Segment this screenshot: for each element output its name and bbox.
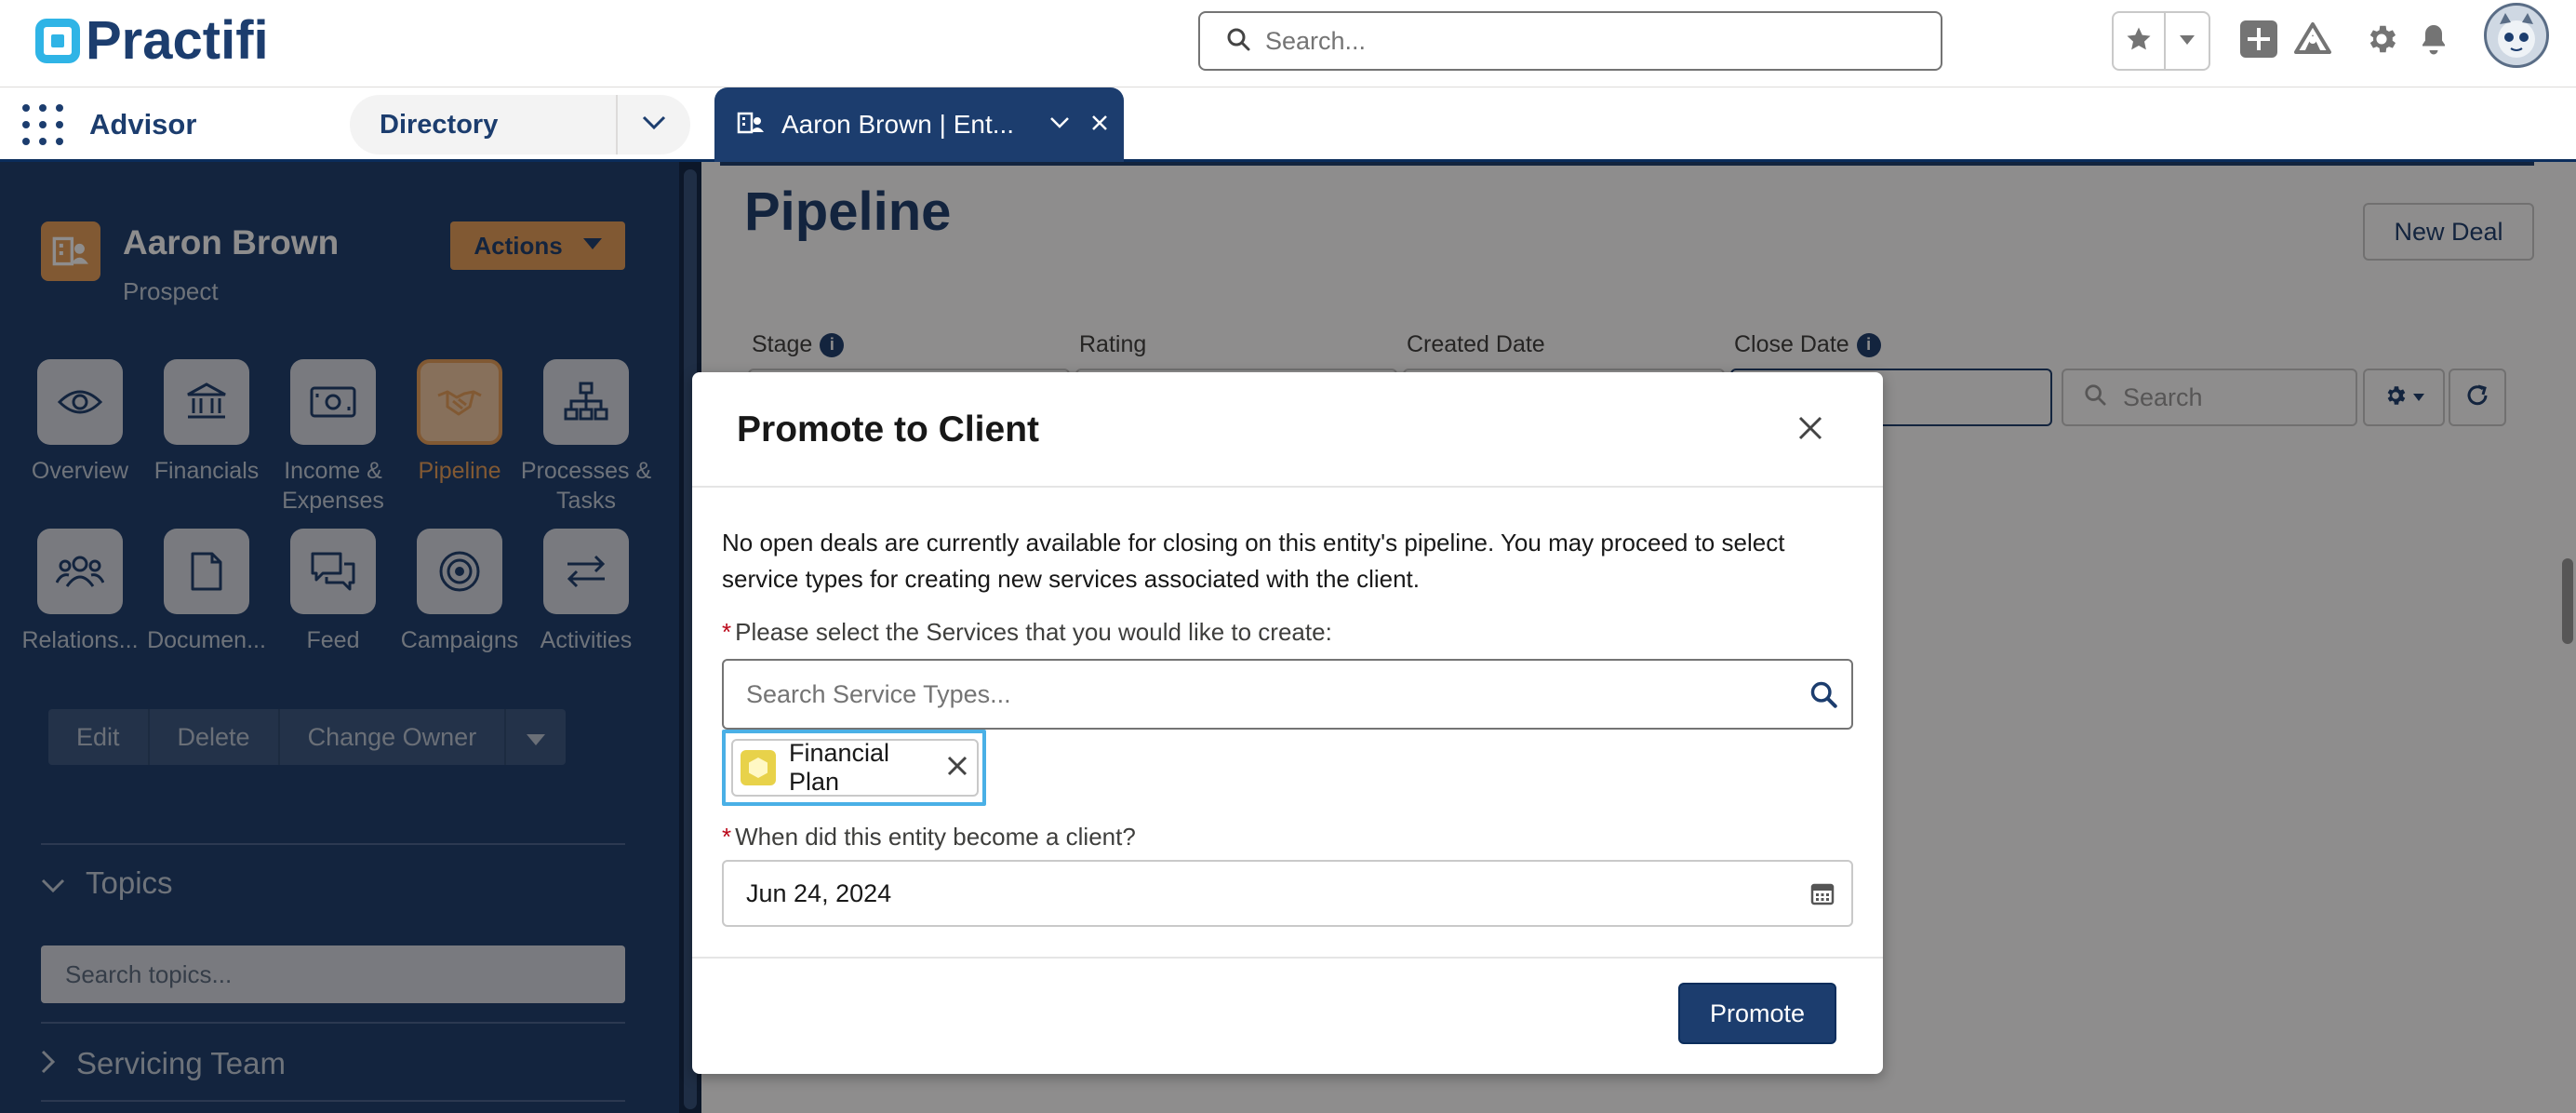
close-icon — [1797, 415, 1823, 446]
global-search-input[interactable]: Search... — [1198, 11, 1942, 71]
close-icon — [1090, 114, 1109, 136]
app-launcher-button[interactable] — [22, 104, 63, 145]
modal-footer: Promote — [692, 957, 1883, 1074]
favorites-button[interactable] — [2114, 13, 2166, 69]
practifi-logo[interactable]: Practifi — [35, 13, 269, 69]
favorites-group — [2112, 11, 2210, 71]
search-icon — [1226, 27, 1250, 56]
global-search-placeholder: Search... — [1265, 26, 1367, 55]
close-icon — [947, 756, 968, 781]
modal-close-button[interactable] — [1792, 411, 1829, 449]
trailhead-button[interactable] — [2290, 19, 2335, 63]
directory-label: Directory — [380, 109, 499, 140]
chevron-down-icon — [2180, 33, 2195, 49]
app-nav-bar: Advisor Directory Aaron Brown | Ent... — [0, 87, 2576, 162]
search-icon[interactable] — [1795, 680, 1851, 708]
service-types-search-input[interactable]: Search Service Types... — [722, 659, 1853, 730]
favorites-menu-button[interactable] — [2166, 13, 2209, 69]
add-icon — [2240, 20, 2277, 62]
promote-to-client-modal: Promote to Client No open deals are curr… — [692, 372, 1883, 1074]
gear-icon — [2364, 21, 2399, 61]
calendar-icon[interactable] — [1794, 881, 1851, 905]
global-actions-button[interactable] — [2236, 19, 2281, 63]
selected-service-focus-ring: Financial Plan — [722, 730, 986, 806]
directory-menu-button[interactable] — [616, 95, 690, 154]
logo-mark-icon — [35, 19, 80, 63]
service-types-placeholder: Search Service Types... — [746, 679, 1011, 708]
client-date-input[interactable]: Jun 24, 2024 — [722, 860, 1853, 927]
service-type-icon — [741, 750, 776, 785]
setup-button[interactable] — [2359, 19, 2404, 63]
notifications-button[interactable] — [2411, 19, 2456, 63]
selected-service-pill[interactable]: Financial Plan — [731, 739, 979, 797]
no-open-deals-message: No open deals are currently available fo… — [722, 529, 1785, 593]
tab-label: Aaron Brown | Ent... — [781, 110, 1015, 139]
entity-tab-icon — [737, 110, 765, 141]
modal-header: Promote to Client — [692, 372, 1883, 488]
trailhead-icon — [2293, 21, 2332, 61]
client-date-value: Jun 24, 2024 — [746, 878, 892, 907]
selected-service-label: Financial Plan — [789, 739, 890, 796]
services-field-label: * Please select the Services that you wou… — [722, 618, 1332, 646]
star-icon — [2125, 25, 2153, 58]
tab-menu-button[interactable] — [1049, 116, 1070, 134]
chevron-down-icon — [1049, 116, 1070, 133]
required-marker: * — [722, 618, 732, 646]
modal-title: Promote to Client — [737, 409, 1040, 449]
app-name: Advisor — [89, 108, 197, 141]
global-header: Practifi Search... — [0, 0, 2576, 87]
user-avatar[interactable] — [2484, 3, 2549, 68]
remove-service-button[interactable] — [938, 756, 977, 781]
tab-aaron-brown[interactable]: Aaron Brown | Ent... — [714, 87, 1124, 162]
required-marker: * — [722, 823, 732, 851]
chevron-down-icon — [642, 115, 666, 135]
logo-text: Practifi — [86, 10, 269, 71]
promote-button[interactable]: Promote — [1678, 983, 1836, 1044]
tab-close-button[interactable] — [1090, 114, 1109, 137]
directory-nav-select[interactable]: Directory — [350, 95, 690, 154]
bell-icon — [2417, 21, 2450, 61]
modal-body: No open deals are currently available fo… — [722, 488, 1853, 957]
client-date-field-label: * When did this entity become a client? — [722, 823, 1136, 851]
